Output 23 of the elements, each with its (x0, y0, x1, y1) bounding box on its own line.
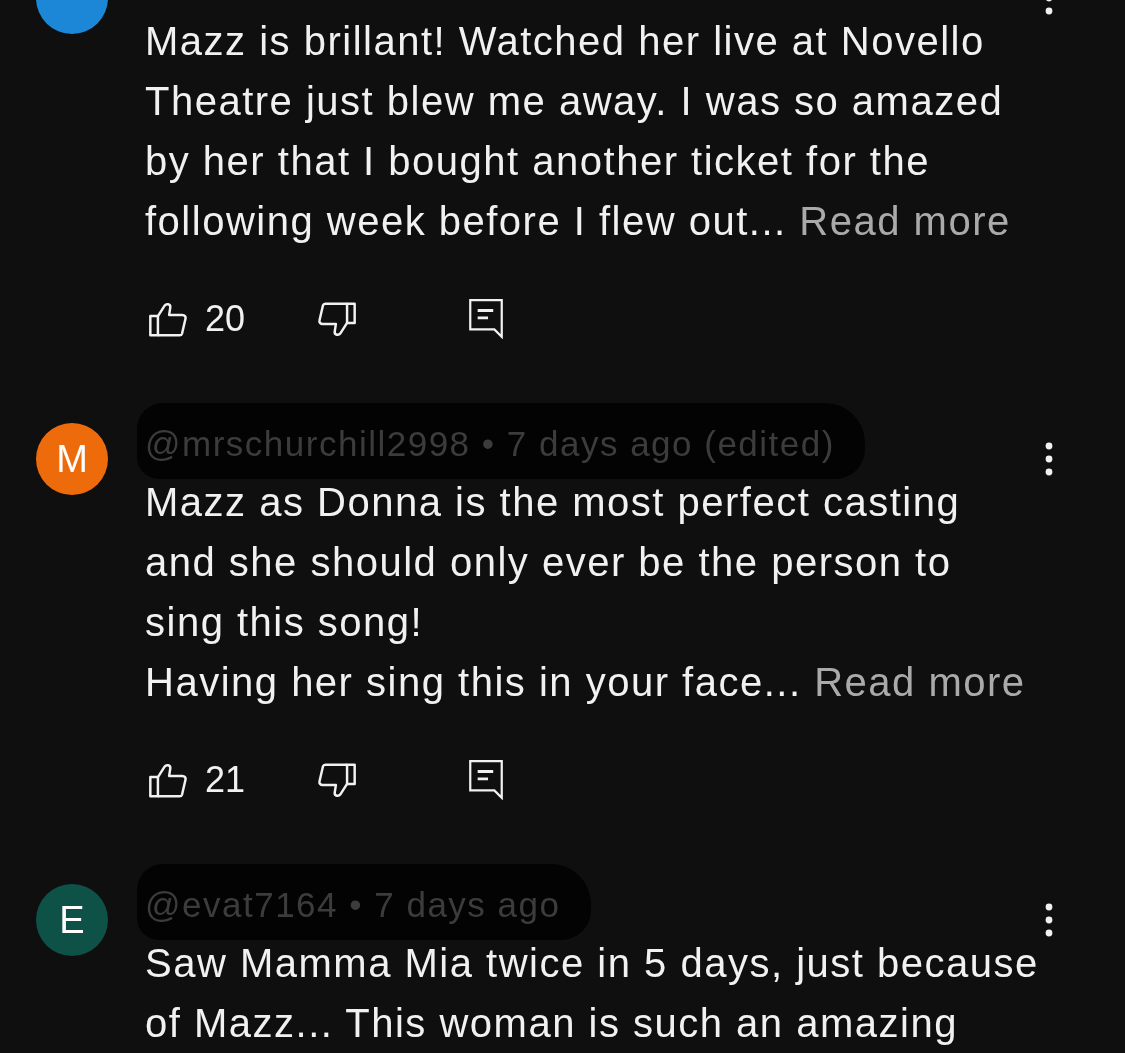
comment-icon (469, 760, 503, 800)
reply-button[interactable] (469, 760, 503, 800)
thumbs-down-icon (318, 762, 356, 798)
avatar[interactable]: E (36, 884, 108, 956)
thumbs-down-icon (318, 301, 356, 337)
comment-text: Saw Mamma Mia twice in 5 days, just because of Mazz... This woman is such an amazing (145, 940, 1040, 1047)
comment-icon (469, 299, 503, 339)
read-more-link[interactable]: Read more (814, 660, 1026, 704)
read-more-link[interactable]: Read more (799, 199, 1011, 243)
more-options-button[interactable] (1045, 903, 1053, 937)
more-icon (1045, 442, 1053, 476)
more-options-button[interactable] (1045, 442, 1053, 476)
comment-meta: @evat7164 • 7 days ago (145, 884, 561, 926)
comment-text: Mazz is brillant! Watched her live at Novello Theatre just blew me away. I was so amazed by her that I bought another ticket for the following week before I flew out... Read more (145, 18, 1012, 245)
dislike-button[interactable] (318, 762, 356, 798)
like-button[interactable]: 21 (149, 760, 279, 800)
thumbs-up-icon (149, 762, 187, 798)
more-icon (1045, 903, 1053, 937)
reply-button[interactable] (469, 299, 503, 339)
like-button[interactable]: 20 (149, 299, 279, 339)
dislike-button[interactable] (318, 301, 356, 337)
comment-meta: @mrschurchill2998 • 7 days ago (edited) (145, 423, 835, 465)
thumbs-up-icon (149, 301, 187, 337)
